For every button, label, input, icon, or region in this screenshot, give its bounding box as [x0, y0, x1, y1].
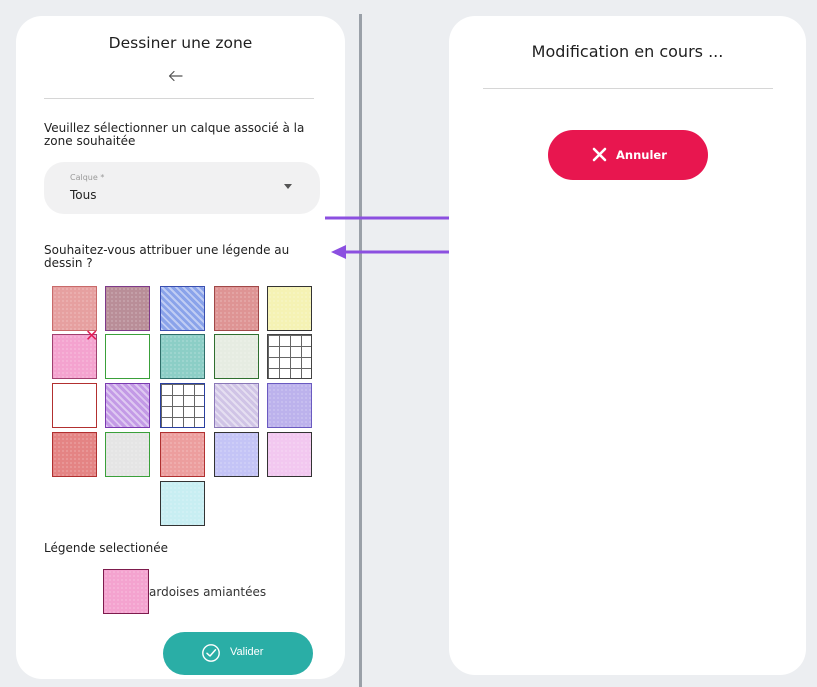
selected-legend-name: ardoises amiantées — [149, 585, 267, 599]
legend-swatch[interactable] — [267, 286, 312, 331]
layer-prompt: Veuillez sélectionner un calque associé … — [44, 121, 305, 148]
page-title: Dessiner une zone — [108, 34, 253, 52]
legend-swatch[interactable] — [214, 286, 259, 331]
cancel-button[interactable]: Annuler — [548, 130, 708, 180]
legend-swatch[interactable] — [160, 383, 205, 428]
legend-swatch[interactable] — [52, 286, 97, 331]
layer-select-label: Calque * — [70, 173, 105, 182]
legend-swatch[interactable] — [214, 334, 259, 379]
legend-swatch[interactable] — [214, 383, 259, 428]
editing-panel: Modification en cours ... Annuler — [449, 16, 806, 675]
layer-select[interactable]: Calque * Tous — [44, 162, 320, 214]
close-icon — [592, 147, 607, 162]
editing-title: Modification en cours ... — [531, 42, 724, 61]
panel-separator — [359, 14, 362, 687]
cancel-button-label: Annuler — [616, 148, 667, 162]
legend-swatch[interactable] — [105, 334, 150, 379]
back-arrow-icon[interactable] — [164, 66, 188, 86]
legend-swatch[interactable] — [267, 334, 312, 379]
legend-swatch[interactable] — [214, 432, 259, 477]
draw-zone-panel: Dessiner une zone Veuillez sélectionner … — [16, 16, 345, 679]
divider — [44, 98, 314, 99]
validate-button-label: Valider — [230, 646, 264, 658]
legend-prompt: Souhaitez-vous attribuer une légende au … — [44, 243, 290, 270]
selected-legend-swatch — [103, 569, 149, 614]
legend-swatch[interactable] — [160, 286, 205, 331]
legend-swatch[interactable] — [52, 383, 97, 428]
legend-swatch[interactable] — [267, 432, 312, 477]
legend-swatch[interactable] — [160, 334, 205, 379]
legend-swatch[interactable] — [160, 432, 205, 477]
legend-swatch[interactable] — [52, 432, 97, 477]
legend-swatch[interactable] — [105, 286, 150, 331]
layer-select-value: Tous — [70, 188, 97, 202]
chevron-down-icon — [284, 184, 292, 189]
legend-swatch[interactable] — [160, 481, 205, 526]
selected-legend-label: Légende selectionée — [44, 541, 168, 555]
check-circle-icon — [202, 644, 220, 662]
legend-swatch[interactable] — [105, 383, 150, 428]
divider — [483, 88, 773, 89]
legend-swatch[interactable] — [267, 383, 312, 428]
validate-button[interactable]: Valider — [163, 632, 313, 675]
remove-legend-icon[interactable]: ✕ — [85, 328, 98, 344]
legend-swatch[interactable] — [105, 432, 150, 477]
